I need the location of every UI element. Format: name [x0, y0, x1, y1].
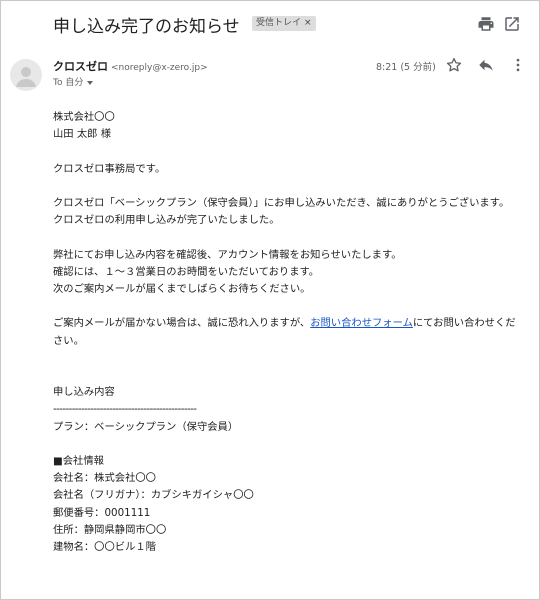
- avatar-icon: [16, 67, 36, 87]
- to-recipient: 自分: [65, 78, 84, 88]
- remove-label-icon[interactable]: ×: [304, 18, 312, 28]
- email-header: 申し込み完了のお知らせ 受信トレイ ×: [53, 9, 529, 39]
- inbox-label-text: 受信トレイ: [256, 18, 302, 28]
- sender-avatar[interactable]: [10, 59, 42, 91]
- company-info-heading: ■会社情報: [53, 454, 104, 467]
- address-line: 住所：静岡県静岡市〇〇: [53, 523, 167, 536]
- plan-line: プラン：ベーシックプラン（保守会員）: [53, 420, 239, 433]
- building-line: 建物名：〇〇ビル１階: [53, 540, 156, 553]
- contact-form-link[interactable]: お問い合わせフォーム: [310, 317, 413, 329]
- recipient-person: 山田 太郎 様: [53, 128, 112, 141]
- sender-line: クロスゼロ <noreply@x-zero.jp>: [53, 58, 208, 74]
- open-in-new-window-icon[interactable]: [503, 15, 521, 33]
- postal-code-line: 郵便番号：0001111: [53, 506, 151, 519]
- company-furigana-line: 会社名（フリガナ）：カブシキガイシャ〇〇: [53, 489, 254, 502]
- processing-time-line: 確認には、１～３営業日のお時間をいただいております。: [53, 265, 320, 278]
- email-timestamp: 8:21 (5 分前): [376, 62, 436, 73]
- print-icon[interactable]: [477, 15, 495, 33]
- email-subject: 申し込み完了のお知らせ: [53, 17, 240, 37]
- contact-text-before: ご案内メールが届かない場合は、誠に恐れ入りますが、: [53, 317, 311, 330]
- separator-line: ----------------------------------------…: [53, 403, 197, 416]
- completion-line: クロスゼロの利用申し込みが完了いたしました。: [53, 214, 280, 227]
- to-prefix: To: [53, 78, 63, 88]
- recipient-details-chevron-down-icon[interactable]: [87, 80, 94, 85]
- recipient-company: 株式会社〇〇: [53, 111, 115, 123]
- company-name-line: 会社名：株式会社〇〇: [53, 472, 156, 485]
- wait-line: 次のご案内メールが届くまでしばらくお待ちください。: [53, 282, 311, 295]
- sender-email: <noreply@x-zero.jp>: [111, 63, 208, 73]
- contact-paragraph: ご案内メールが届かない場合は、誠に恐れ入りますが、お問い合わせフォームにてお問い…: [53, 315, 523, 349]
- confirmation-line: 弊社にてお申し込み内容を確認後、アカウント情報をお知らせいたします。: [53, 248, 402, 261]
- email-view: 申し込み完了のお知らせ 受信トレイ × クロスゼロ <noreply@x-zero.…: [0, 0, 540, 600]
- more-vertical-icon[interactable]: [509, 56, 527, 74]
- sender-name[interactable]: クロスゼロ: [53, 60, 108, 73]
- inbox-label-badge[interactable]: 受信トレイ ×: [252, 16, 316, 31]
- greeting-line: クロスゼロ事務局です。: [53, 162, 166, 175]
- email-body: 株式会社〇〇 山田 太郎 様 クロスゼロ事務局です。 クロスゼロ「ベーシックプラ…: [53, 109, 523, 556]
- thanks-line: クロスゼロ「ベーシックプラン（保守会員）」にお申し込みいただき、誠にありがとうご…: [53, 196, 510, 209]
- recipient-line[interactable]: To 自分: [53, 75, 94, 88]
- star-icon[interactable]: [445, 56, 463, 74]
- application-details-heading: 申し込み内容: [53, 386, 115, 399]
- reply-icon[interactable]: [477, 56, 495, 74]
